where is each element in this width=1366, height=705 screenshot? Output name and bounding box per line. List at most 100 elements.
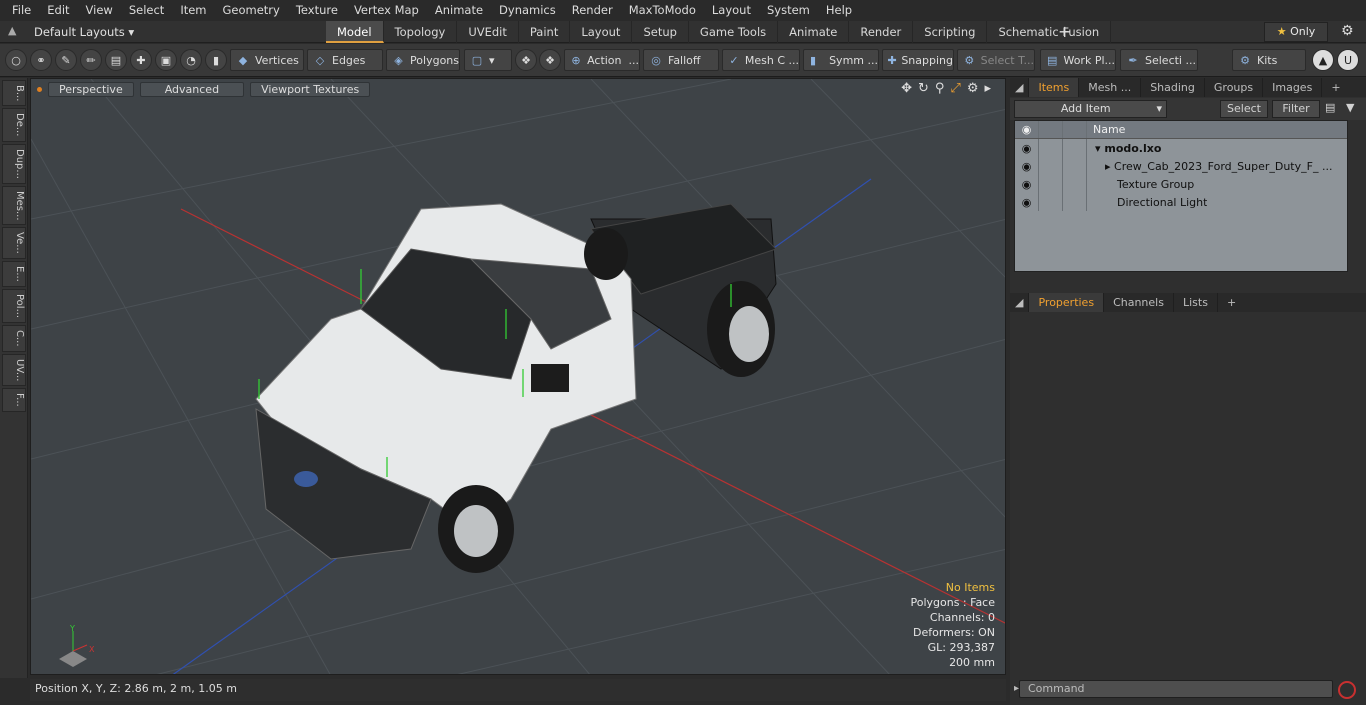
tab-edge[interactable]: E... xyxy=(2,261,26,287)
funnel-icon[interactable]: ▼ xyxy=(1346,101,1354,114)
shield-icon[interactable]: ▮ xyxy=(205,49,227,71)
snap-icon[interactable]: ❖ xyxy=(539,49,561,71)
add-panel-tab-icon[interactable]: + xyxy=(1218,293,1245,312)
tab-layout[interactable]: Layout xyxy=(570,21,633,43)
symmetry-icon[interactable]: ❖ xyxy=(515,49,537,71)
tab-basic[interactable]: B... xyxy=(2,80,26,107)
tab-properties[interactable]: Properties xyxy=(1029,293,1105,312)
menu-vertex-map[interactable]: Vertex Map xyxy=(346,0,427,21)
default-layouts-dropdown[interactable]: Default Layouts ▾ xyxy=(34,21,134,43)
menu-geometry[interactable]: Geometry xyxy=(215,0,288,21)
add-item-button[interactable]: Add Item ▾ xyxy=(1014,100,1167,118)
rotate-view-icon[interactable]: ↻ xyxy=(918,81,929,96)
tab-animate[interactable]: Animate xyxy=(778,21,850,43)
tab-vertex[interactable]: Ve... xyxy=(2,227,26,260)
tab-render[interactable]: Render xyxy=(849,21,914,43)
viewport-menu-dot[interactable] xyxy=(37,86,42,92)
globe-icon[interactable]: ⚭ xyxy=(30,49,52,71)
tree-row-light[interactable]: ◉ Directional Light xyxy=(1015,193,1347,211)
perspective-button[interactable]: Perspective xyxy=(48,81,134,97)
tab-setup[interactable]: Setup xyxy=(632,21,689,43)
circle-select-icon[interactable]: ○ xyxy=(5,49,27,71)
polygons-button[interactable]: ◈ Polygons xyxy=(386,49,460,71)
work-plane-button[interactable]: ▤ Work Pl... xyxy=(1040,49,1116,71)
tree-row-scene[interactable]: ◉ ▾ modo.lxo xyxy=(1015,139,1347,157)
tab-groups[interactable]: Groups xyxy=(1205,78,1264,97)
rotate-icon[interactable]: ◔ xyxy=(180,49,202,71)
menu-render[interactable]: Render xyxy=(564,0,621,21)
tab-model[interactable]: Model xyxy=(326,21,384,43)
tab-images[interactable]: Images xyxy=(1263,78,1323,97)
tab-schematic-fusion[interactable]: Schematic Fusion xyxy=(987,21,1112,43)
element-icon[interactable]: ▣ xyxy=(155,49,177,71)
panel-menu-icon[interactable]: ◢ xyxy=(1010,293,1030,312)
tab-lists[interactable]: Lists xyxy=(1174,293,1218,312)
eye-icon[interactable]: ◉ xyxy=(1015,193,1039,211)
layout-expand-icon[interactable]: ▲ xyxy=(8,24,22,38)
menu-select[interactable]: Select xyxy=(121,0,172,21)
tab-mesh-edit[interactable]: Mes... xyxy=(2,185,26,226)
menu-animate[interactable]: Animate xyxy=(427,0,491,21)
falloff-button[interactable]: ◎ Falloff xyxy=(643,49,719,71)
tab-uvedit[interactable]: UVEdit xyxy=(457,21,519,43)
symmetry-button[interactable]: ▮ Symm ... xyxy=(803,49,879,71)
advanced-button[interactable]: Advanced xyxy=(139,81,245,97)
command-input[interactable]: Command xyxy=(1019,680,1333,698)
tab-channels[interactable]: Channels xyxy=(1104,293,1174,312)
selection-sets-button[interactable]: ✒ Selecti ... xyxy=(1120,49,1198,71)
menu-edit[interactable]: Edit xyxy=(39,0,77,21)
tab-duplicate[interactable]: Dup... xyxy=(2,143,26,184)
tab-scripting[interactable]: Scripting xyxy=(913,21,988,43)
tab-mesh[interactable]: Mesh ... xyxy=(1079,78,1142,97)
add-tab-icon[interactable]: + xyxy=(1058,21,1071,43)
tab-deform[interactable]: De... xyxy=(2,108,26,142)
tab-game-tools[interactable]: Game Tools xyxy=(689,21,779,43)
record-icon[interactable] xyxy=(1338,681,1356,699)
viewport-arrow-icon[interactable]: ▸ xyxy=(984,81,991,96)
pen-icon[interactable]: ✎ xyxy=(55,49,77,71)
move-view-icon[interactable]: ✥ xyxy=(901,81,912,96)
stack-icon[interactable]: ▤ xyxy=(105,49,127,71)
only-toggle[interactable]: ★ Only xyxy=(1264,22,1328,42)
menu-layout[interactable]: Layout xyxy=(704,0,759,21)
menu-texture[interactable]: Texture xyxy=(288,0,346,21)
tab-shading[interactable]: Shading xyxy=(1141,78,1205,97)
vertices-button[interactable]: ◆ Vertices xyxy=(230,49,304,71)
select-button[interactable]: Select xyxy=(1220,100,1268,118)
menu-view[interactable]: View xyxy=(78,0,121,21)
unity-icon[interactable]: ▲ xyxy=(1312,49,1334,71)
tab-uv[interactable]: UV... xyxy=(2,353,26,386)
eye-icon[interactable]: ◉ xyxy=(1015,139,1039,157)
gear-icon[interactable]: ⚙ xyxy=(1341,23,1354,39)
tree-row-texture-group[interactable]: ◉ Texture Group xyxy=(1015,175,1347,193)
tree-row-mesh[interactable]: ◉ ▸ Crew_Cab_2023_Ford_Super_Duty_F_ ... xyxy=(1015,157,1347,175)
menu-dynamics[interactable]: Dynamics xyxy=(491,0,564,21)
menu-item[interactable]: Item xyxy=(172,0,214,21)
kits-button[interactable]: ⚙ Kits xyxy=(1232,49,1306,71)
material-dropdown[interactable]: ▢ ▾ xyxy=(464,49,512,71)
menu-maxtomodo[interactable]: MaxToModo xyxy=(621,0,704,21)
zoom-icon[interactable]: ⚲ xyxy=(935,81,945,96)
maximize-icon[interactable]: ⤢ xyxy=(950,81,960,96)
action-center-button[interactable]: ⊕ Action ... xyxy=(564,49,640,71)
snapping-button[interactable]: ✚ Snapping xyxy=(882,49,954,71)
eye-icon[interactable]: ◉ xyxy=(1015,175,1039,193)
panel-menu-icon[interactable]: ◢ xyxy=(1010,78,1030,97)
viewport-textures-button[interactable]: Viewport Textures xyxy=(250,81,371,97)
transform-icon[interactable]: ✚ xyxy=(130,49,152,71)
tab-polygon[interactable]: Pol... xyxy=(2,288,26,323)
select-through-button[interactable]: ⚙ Select T... xyxy=(957,49,1035,71)
collapse-icon[interactable]: ▤ xyxy=(1325,101,1335,114)
brush-icon[interactable]: ✏ xyxy=(80,49,102,71)
3d-viewport[interactable]: Y X Perspective Advanced Viewport Textur… xyxy=(30,78,1006,675)
eye-icon[interactable]: ◉ xyxy=(1015,157,1039,175)
menu-help[interactable]: Help xyxy=(818,0,860,21)
tab-topology[interactable]: Topology xyxy=(384,21,458,43)
add-panel-tab-icon[interactable]: + xyxy=(1322,78,1349,97)
tab-paint[interactable]: Paint xyxy=(519,21,571,43)
filter-button[interactable]: Filter xyxy=(1272,100,1320,118)
edges-button[interactable]: ◇ Edges xyxy=(307,49,383,71)
tab-fusion[interactable]: F... xyxy=(2,387,26,412)
menu-file[interactable]: File xyxy=(4,0,39,21)
menu-system[interactable]: System xyxy=(759,0,818,21)
